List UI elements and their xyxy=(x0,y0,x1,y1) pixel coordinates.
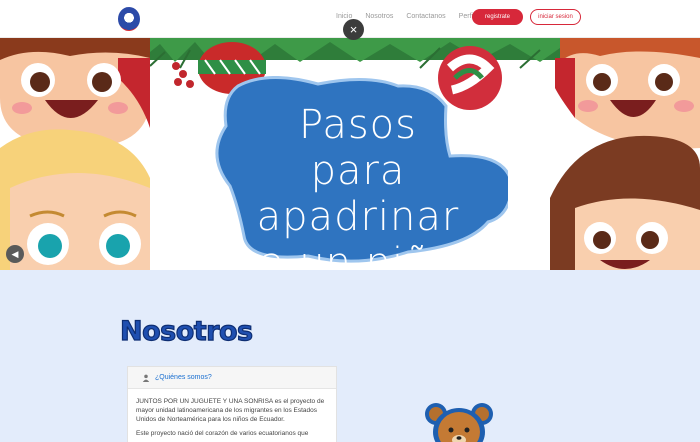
about-card-title[interactable]: ¿Quiénes somos? xyxy=(155,374,212,381)
login-button[interactable]: iniciar sesion xyxy=(530,9,581,25)
kid-right-bottom xyxy=(550,135,700,270)
hero-title-panel: Pasos para apadrinar a un niño xyxy=(208,76,508,270)
about-card: ¿Quiénes somos? JUNTOS POR UN JUGUETE Y … xyxy=(127,366,337,442)
register-button[interactable]: registrate xyxy=(472,9,523,25)
nav-link-contactanos[interactable]: Contactanos xyxy=(406,13,445,20)
kid-right-top xyxy=(555,38,700,149)
speaker-icon[interactable]: ◀ xyxy=(6,245,24,263)
about-card-header: ¿Quiénes somos? xyxy=(128,367,336,389)
about-paragraph: Este proyecto nació del corazón de vario… xyxy=(136,430,309,437)
hero-title-line-1: Pasos xyxy=(299,102,417,148)
hero-title-line-3: a un niño xyxy=(260,240,456,270)
hero-title-line-2: para apadrinar xyxy=(256,148,460,240)
logo-icon[interactable] xyxy=(118,7,140,31)
users-icon xyxy=(142,374,150,382)
about-section: Nosotros ¿Quiénes somos? JUNTOS POR UN J… xyxy=(0,270,700,442)
about-paragraph: JUNTOS POR UN JUGUETE Y UNA SONRISA es e… xyxy=(136,398,325,423)
close-icon[interactable]: × xyxy=(343,19,364,40)
hero-banner: Pasos para apadrinar a un niño ◀ xyxy=(0,38,700,270)
about-card-body: JUNTOS POR UN JUGUETE Y UNA SONRISA es e… xyxy=(128,389,336,438)
nav-link-nosotros[interactable]: Nosotros xyxy=(365,13,393,20)
hero-title: Pasos para apadrinar a un niño xyxy=(208,102,508,270)
teddy-bear-image xyxy=(425,403,493,442)
section-title: Nosotros xyxy=(119,315,253,347)
